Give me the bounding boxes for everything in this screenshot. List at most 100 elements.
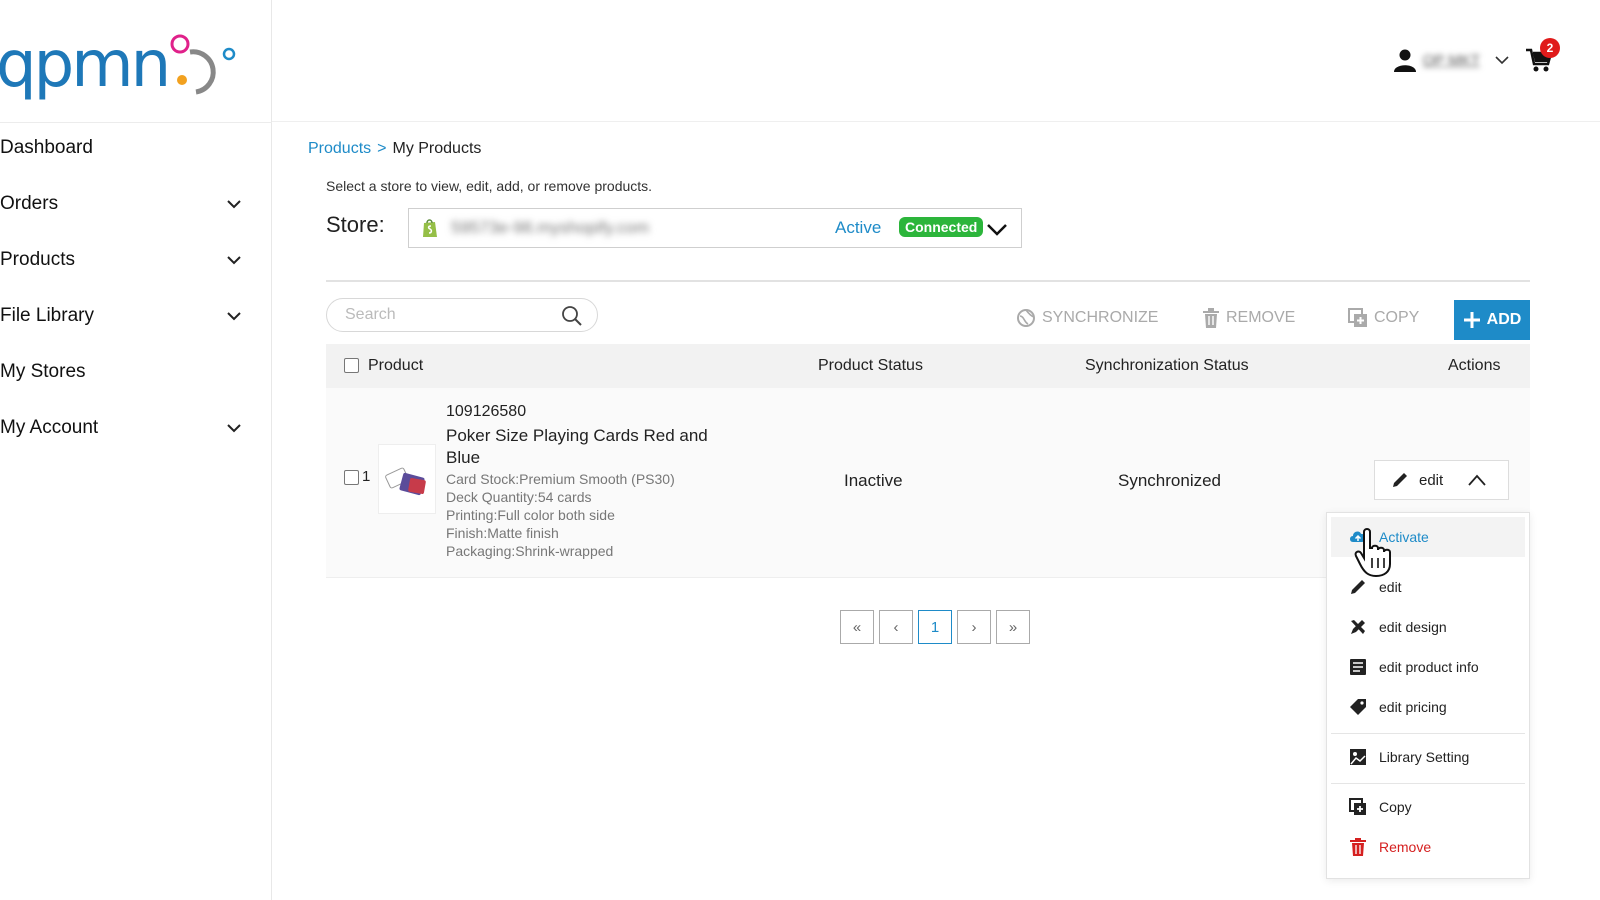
product-thumbnail[interactable] [378, 444, 436, 514]
menu-item-remove[interactable]: Remove [1331, 827, 1525, 867]
menu-item-label: edit [1379, 579, 1402, 595]
sidebar-item-my-account[interactable]: My Account [0, 400, 260, 456]
menu-item-label: edit pricing [1379, 699, 1447, 715]
copy-button[interactable]: COPY [1348, 308, 1419, 328]
copy-icon [1348, 308, 1367, 327]
breadcrumb-separator: > [377, 140, 387, 157]
chevron-up-icon [1468, 474, 1486, 486]
pencil-icon [1351, 580, 1365, 594]
cart-count-badge: 2 [1540, 38, 1560, 58]
synchronize-button[interactable]: SYNCHRONIZE [1016, 308, 1158, 328]
sidebar-item-label: Products [0, 249, 75, 270]
product-attribute: Printing:Full color both side [446, 507, 615, 523]
product-attribute: Deck Quantity:54 cards [446, 489, 592, 505]
chevron-down-icon [1495, 56, 1509, 65]
user-icon [1393, 49, 1416, 72]
row-actions-label: edit [1419, 471, 1444, 489]
breadcrumb-current: My Products [392, 140, 482, 157]
row-index: 1 [362, 468, 371, 485]
product-attribute: Card Stock:Premium Smooth (PS30) [446, 471, 675, 487]
section-divider [326, 280, 1530, 282]
sidebar-item-my-stores[interactable]: My Stores [0, 344, 260, 400]
column-header-sync: Synchronization Status [1085, 357, 1249, 374]
trash-icon [1350, 838, 1366, 856]
chevron-down-icon [227, 312, 241, 321]
last-page-button[interactable]: » [996, 610, 1030, 644]
user-menu[interactable]: OP MKT [1393, 48, 1510, 72]
plus-icon [1463, 312, 1480, 328]
price-tag-icon [1350, 699, 1366, 715]
globe-sync-icon [1017, 309, 1035, 327]
menu-divider [1331, 733, 1525, 734]
row-checkbox[interactable] [344, 470, 359, 485]
product-attribute: Packaging:Shrink-wrapped [446, 543, 614, 559]
sidebar-item-products[interactable]: Products [0, 232, 260, 288]
sidebar-item-label: My Account [0, 417, 99, 438]
remove-button[interactable]: REMOVE [1202, 308, 1295, 328]
product-status: Inactive [844, 471, 903, 490]
menu-item-label: edit product info [1379, 659, 1479, 675]
chevron-down-icon [987, 224, 1007, 236]
sync-status: Synchronized [1118, 471, 1222, 490]
store-selector[interactable]: 59573e-98.myshopify.com Active Connected [408, 208, 1022, 248]
synchronize-label: SYNCHRONIZE [1042, 309, 1159, 326]
sidebar-item-label: File Library [0, 305, 94, 326]
store-active-status: Active [835, 218, 882, 237]
store-label: Store: [326, 212, 385, 237]
next-page-button[interactable]: › [957, 610, 991, 644]
search-input[interactable] [345, 306, 555, 324]
column-header-product: Product [368, 357, 424, 374]
library-image-icon [1350, 749, 1366, 765]
table-header: Product Product Status Synchronization S… [326, 344, 1530, 388]
add-button[interactable]: ADD [1454, 300, 1530, 340]
first-page-button[interactable]: « [840, 610, 874, 644]
column-header-actions: Actions [1448, 357, 1501, 374]
product-id: 109126580 [446, 403, 527, 420]
prev-page-button[interactable]: ‹ [879, 610, 913, 644]
design-tools-icon [1351, 620, 1365, 634]
menu-item-edit-product-info[interactable]: edit product info [1331, 647, 1525, 687]
document-icon [1350, 659, 1366, 675]
select-all-checkbox[interactable] [344, 358, 359, 373]
pagination: « ‹ 1 › » [840, 610, 1030, 644]
search-icon[interactable] [561, 305, 583, 327]
sidebar-item-orders[interactable]: Orders [0, 176, 260, 232]
product-attributes: Card Stock:Premium Smooth (PS30) Deck Qu… [446, 470, 675, 560]
user-name: OP MKT [1422, 51, 1480, 69]
menu-item-label: Library Setting [1379, 749, 1470, 765]
page-number-button[interactable]: 1 [918, 610, 952, 644]
menu-item-edit-pricing[interactable]: edit pricing [1331, 687, 1525, 727]
menu-item-label: Copy [1379, 799, 1412, 815]
shopify-icon [423, 219, 437, 237]
pointer-hand-icon [1354, 528, 1391, 578]
copy-label: COPY [1374, 309, 1420, 326]
menu-item-library-setting[interactable]: Library Setting [1331, 737, 1525, 777]
playing-cards-image [385, 467, 426, 496]
breadcrumb-products-link[interactable]: Products [308, 140, 371, 157]
add-label: ADD [1486, 311, 1522, 328]
chevron-down-icon [227, 256, 241, 265]
pencil-icon [1393, 473, 1407, 487]
column-header-status: Product Status [818, 357, 923, 374]
copy-icon [1349, 798, 1366, 815]
svg-text:qpmn: qpmn [0, 30, 168, 100]
store-helper-text: Select a store to view, edit, add, or re… [326, 178, 653, 194]
sidebar-item-label: My Stores [0, 361, 86, 382]
sidebar-item-file-library[interactable]: File Library [0, 288, 260, 344]
top-bar: OP MKT 2 [272, 0, 1600, 122]
connected-badge: Connected [899, 217, 984, 237]
menu-item-label: edit design [1379, 619, 1447, 635]
chevron-down-icon [227, 424, 241, 433]
sidebar-nav: Dashboard Orders Products File Library M… [0, 120, 260, 456]
sidebar-item-dashboard[interactable]: Dashboard [0, 120, 260, 176]
row-actions-button[interactable]: edit [1374, 460, 1509, 500]
brand-logo[interactable]: apmn qpmn [0, 28, 240, 102]
menu-item-copy[interactable]: Copy [1331, 787, 1525, 827]
menu-divider [1331, 783, 1525, 784]
chevron-down-icon [227, 200, 241, 209]
product-name: Poker Size Playing Cards Red and Blue [446, 426, 708, 467]
menu-item-edit-design[interactable]: edit design [1331, 607, 1525, 647]
product-attribute: Finish:Matte finish [446, 525, 559, 541]
sidebar-item-label: Orders [0, 193, 59, 214]
search-box [326, 298, 598, 332]
